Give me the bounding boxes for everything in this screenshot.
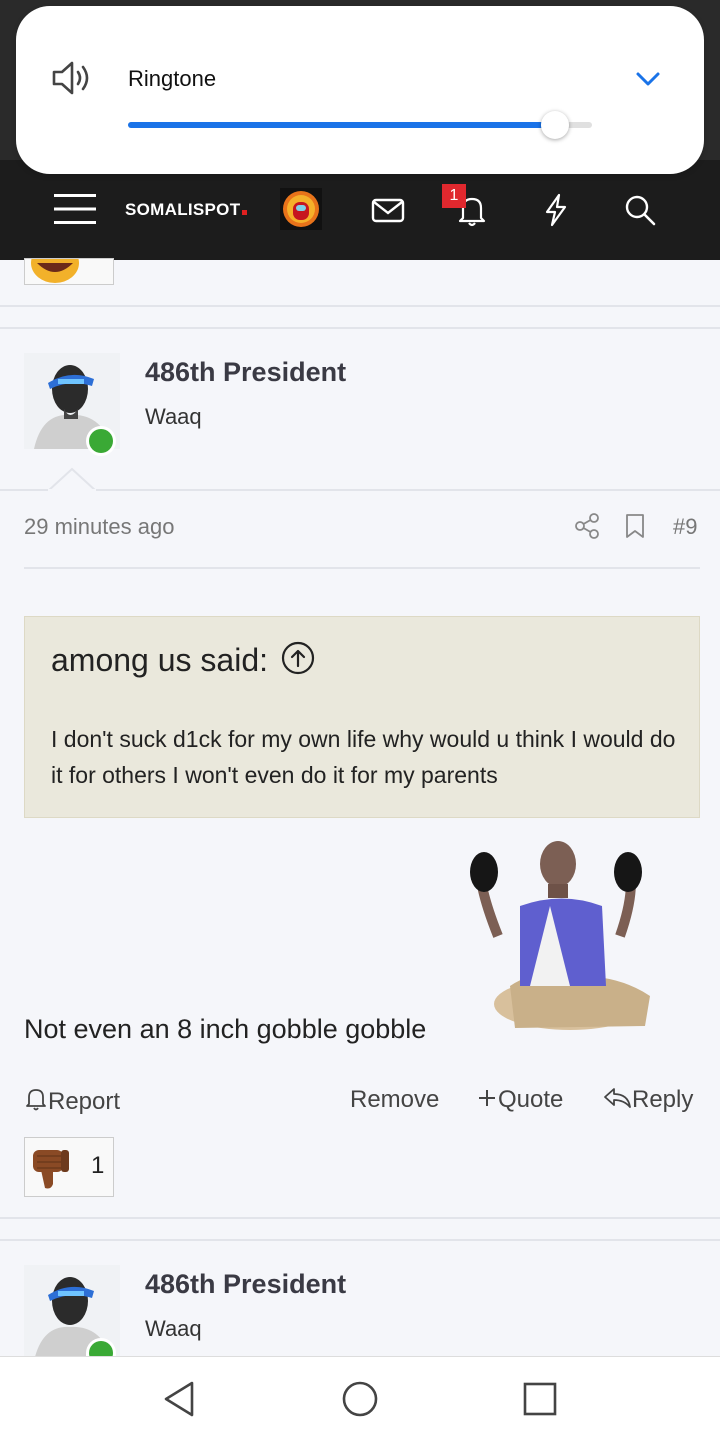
remove-button[interactable]: Remove	[350, 1086, 439, 1114]
quote-text: I don't suck d1ck for my own life why wo…	[51, 726, 676, 788]
post-divider	[0, 305, 720, 307]
laughing-emoji-icon	[31, 243, 79, 283]
plus-icon	[479, 1090, 495, 1106]
post-author-title: Waaq	[145, 404, 202, 429]
notification-badge: 1	[442, 184, 466, 208]
post-author-title: Waaq	[145, 1316, 202, 1341]
volume-slider[interactable]	[128, 111, 592, 139]
reply-button[interactable]: Reply	[602, 1086, 693, 1114]
post-sticker-image	[470, 841, 650, 1030]
quote-button[interactable]: Quote	[476, 1086, 563, 1114]
back-icon[interactable]	[160, 1379, 200, 1419]
volume-stream-label: Ringtone	[128, 66, 217, 91]
quote-block: among us said: I don't suck d1ck for my …	[24, 616, 700, 818]
lightning-icon[interactable]	[538, 192, 574, 228]
post-divider	[0, 1239, 720, 1241]
meta-divider	[24, 567, 700, 569]
search-icon[interactable]	[622, 192, 658, 228]
volume-slider-fill	[128, 122, 555, 128]
previous-post-reaction[interactable]	[24, 243, 114, 285]
mail-icon[interactable]	[370, 192, 406, 228]
quote-author[interactable]: among us said:	[51, 641, 315, 679]
site-logo[interactable]: SOMALISPOT	[125, 200, 248, 220]
chevron-down-icon[interactable]	[634, 68, 662, 90]
post-header-divider	[0, 489, 720, 491]
post-body: Not even an 8 inch gobble gobble	[24, 1014, 427, 1044]
volume-panel: Ringtone	[16, 6, 704, 174]
reaction-summary[interactable]: 1	[24, 1137, 114, 1197]
hamburger-icon[interactable]	[54, 192, 96, 226]
recents-icon[interactable]	[520, 1379, 560, 1419]
user-avatar[interactable]	[280, 188, 322, 230]
thumbs-down-icon	[33, 1150, 69, 1189]
home-icon[interactable]	[340, 1379, 380, 1419]
reaction-count: 1	[91, 1152, 105, 1179]
volume-slider-thumb[interactable]	[540, 111, 569, 139]
arrow-up-circle-icon[interactable]	[281, 641, 315, 675]
report-button[interactable]: Report	[24, 1086, 120, 1116]
post-divider	[0, 1217, 720, 1219]
speaker-icon[interactable]	[50, 58, 94, 98]
reply-icon	[604, 1088, 631, 1108]
post-author-name[interactable]: 486th President	[145, 1269, 346, 1300]
system-navigation-bar	[0, 1356, 720, 1440]
online-status-icon	[86, 426, 116, 456]
forum-navbar: SOMALISPOT 1	[0, 160, 720, 260]
post-timestamp[interactable]: 29 minutes ago	[24, 514, 174, 540]
speech-notch	[48, 467, 96, 491]
share-icon[interactable]	[574, 512, 600, 540]
bookmark-icon[interactable]	[624, 512, 646, 540]
post-author-name[interactable]: 486th President	[145, 357, 346, 388]
post-number[interactable]: #9	[673, 514, 697, 540]
bell-icon	[26, 1089, 46, 1111]
post-divider	[0, 327, 720, 329]
